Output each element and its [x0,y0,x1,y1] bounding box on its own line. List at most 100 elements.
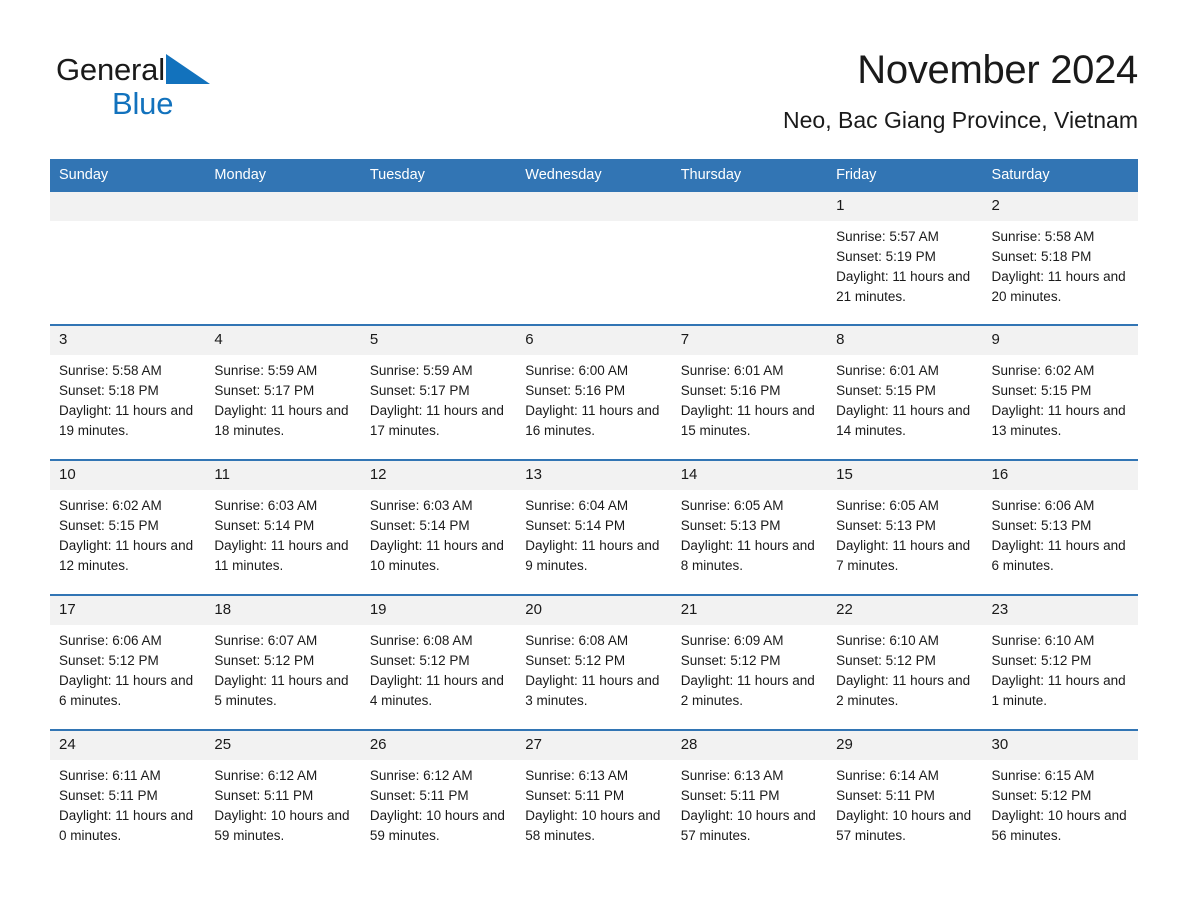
day-cell-inner: 14 Sunrise: 6:05 AM Sunset: 5:13 PM Dayligh… [671,461,828,594]
calendar-day-cell[interactable]: 23 Sunrise: 6:10 AM Sunset: 5:12 PM Dayligh… [982,594,1138,730]
calendar-day-cell[interactable]: 25 Sunrise: 6:12 AM Sunset: 5:11 PM Dayligh… [205,729,361,864]
calendar-week-row: 24 Sunrise: 6:11 AM Sunset: 5:11 PM Dayligh… [50,729,1138,864]
calendar-day-cell[interactable]: 24 Sunrise: 6:11 AM Sunset: 5:11 PM Dayligh… [50,729,206,864]
day-details: Sunrise: 6:08 AM Sunset: 5:12 PM Daylight:… [361,625,516,711]
daylight-text: Daylight: 11 hours and 11 minutes. [214,538,349,573]
calendar-day-cell[interactable]: 28 Sunrise: 6:13 AM Sunset: 5:11 PM Dayligh… [671,729,828,864]
day-cell-inner: 15 Sunrise: 6:05 AM Sunset: 5:13 PM Dayligh… [827,461,983,594]
day-number: 19 [360,596,517,625]
sunset-text: Sunset: 5:17 PM [214,383,315,398]
calendar-cell-empty [360,192,517,325]
calendar-day-cell[interactable]: 5 Sunrise: 5:59 AM Sunset: 5:17 PM Daylight… [360,324,517,460]
sunset-text: Sunset: 5:15 PM [836,383,936,398]
calendar-day-cell[interactable]: 27 Sunrise: 6:13 AM Sunset: 5:11 PM Dayligh… [516,729,672,864]
calendar-week-row: 3 Sunrise: 5:58 AM Sunset: 5:18 PM Daylight… [50,324,1138,460]
daylight-text: Daylight: 11 hours and 9 minutes. [525,538,660,573]
calendar-day-cell[interactable]: 26 Sunrise: 6:12 AM Sunset: 5:11 PM Dayligh… [360,729,517,864]
daylight-text: Daylight: 11 hours and 3 minutes. [525,673,660,708]
calendar-day-cell[interactable]: 14 Sunrise: 6:05 AM Sunset: 5:13 PM Dayligh… [671,459,828,595]
calendar-day-cell[interactable]: 4 Sunrise: 5:59 AM Sunset: 5:17 PM Daylight… [205,324,361,460]
daylight-text: Daylight: 10 hours and 57 minutes. [680,808,816,843]
day-number: 9 [982,326,1138,355]
calendar-day-cell[interactable]: 2 Sunrise: 5:58 AM Sunset: 5:18 PM Daylight… [982,192,1138,325]
day-number [360,192,517,221]
day-number: 13 [516,461,672,490]
sunset-text: Sunset: 5:14 PM [214,518,315,533]
sunset-text: Sunset: 5:11 PM [836,788,935,803]
daylight-text: Daylight: 11 hours and 14 minutes. [836,403,971,438]
day-details: Sunrise: 5:59 AM Sunset: 5:17 PM Daylight:… [205,355,360,441]
calendar-day-cell[interactable]: 22 Sunrise: 6:10 AM Sunset: 5:12 PM Dayligh… [827,594,983,730]
day-number: 20 [516,596,672,625]
day-number: 17 [50,596,206,625]
day-details: Sunrise: 5:59 AM Sunset: 5:17 PM Daylight:… [361,355,516,441]
calendar-day-cell[interactable]: 18 Sunrise: 6:07 AM Sunset: 5:12 PM Dayligh… [205,594,361,730]
calendar-day-cell[interactable]: 7 Sunrise: 6:01 AM Sunset: 5:16 PM Daylight… [671,324,828,460]
day-details: Sunrise: 6:04 AM Sunset: 5:14 PM Daylight:… [516,490,671,576]
day-details: Sunrise: 6:15 AM Sunset: 5:12 PM Daylight:… [983,760,1138,846]
sunrise-text: Sunrise: 6:10 AM [991,633,1095,648]
day-cell-inner [360,192,517,324]
logo-word-blue: Blue [112,86,174,121]
day-details: Sunrise: 6:06 AM Sunset: 5:12 PM Daylight:… [50,625,205,711]
day-details: Sunrise: 6:08 AM Sunset: 5:12 PM Daylight:… [516,625,671,711]
day-number: 25 [205,731,361,760]
calendar-day-cell[interactable]: 16 Sunrise: 6:06 AM Sunset: 5:13 PM Dayligh… [982,459,1138,595]
sunrise-text: Sunrise: 6:07 AM [214,633,318,648]
day-cell-inner: 19 Sunrise: 6:08 AM Sunset: 5:12 PM Dayligh… [360,596,517,729]
sunset-text: Sunset: 5:12 PM [525,653,626,668]
calendar-cell-empty [516,192,672,325]
day-number: 29 [827,731,983,760]
day-details: Sunrise: 6:03 AM Sunset: 5:14 PM Daylight:… [361,490,516,576]
calendar-day-cell[interactable]: 20 Sunrise: 6:08 AM Sunset: 5:12 PM Dayligh… [516,594,672,730]
sunrise-text: Sunrise: 6:02 AM [59,498,162,513]
calendar-day-cell[interactable]: 19 Sunrise: 6:08 AM Sunset: 5:12 PM Dayligh… [360,594,517,730]
calendar-day-cell[interactable]: 30 Sunrise: 6:15 AM Sunset: 5:12 PM Dayligh… [982,729,1138,864]
day-cell-inner: 17 Sunrise: 6:06 AM Sunset: 5:12 PM Dayligh… [50,596,206,729]
calendar-day-cell[interactable]: 15 Sunrise: 6:05 AM Sunset: 5:13 PM Dayligh… [827,459,983,595]
sunrise-text: Sunrise: 6:15 AM [991,768,1095,783]
generalblue-logo[interactable]: General Blue [56,46,210,121]
calendar-day-cell[interactable]: 29 Sunrise: 6:14 AM Sunset: 5:11 PM Dayligh… [827,729,983,864]
calendar-day-cell[interactable]: 13 Sunrise: 6:04 AM Sunset: 5:14 PM Dayligh… [516,459,672,595]
day-number: 15 [827,461,983,490]
calendar-header-row: Sunday Monday Tuesday Wednesday Thursday… [50,159,1138,192]
calendar-day-cell[interactable]: 12 Sunrise: 6:03 AM Sunset: 5:14 PM Dayligh… [360,459,517,595]
day-number: 5 [360,326,517,355]
calendar-cell-empty [50,192,206,325]
sunset-text: Sunset: 5:13 PM [991,518,1092,533]
calendar-body: 1 Sunrise: 5:57 AM Sunset: 5:19 PM Daylight… [50,192,1138,864]
calendar-day-cell[interactable]: 10 Sunrise: 6:02 AM Sunset: 5:15 PM Dayligh… [50,459,206,595]
calendar-day-cell[interactable]: 3 Sunrise: 5:58 AM Sunset: 5:18 PM Daylight… [50,324,206,460]
daylight-text: Daylight: 11 hours and 6 minutes. [59,673,194,708]
calendar-day-cell[interactable]: 17 Sunrise: 6:06 AM Sunset: 5:12 PM Dayligh… [50,594,206,730]
calendar-day-cell[interactable]: 1 Sunrise: 5:57 AM Sunset: 5:19 PM Daylight… [827,192,983,325]
title-block: November 2024 Neo, Bac Giang Province, V… [783,46,1138,137]
weekday-header-saturday: Saturday [982,159,1138,192]
day-cell-inner [50,192,206,324]
sunset-text: Sunset: 5:11 PM [59,788,158,803]
sunrise-text: Sunrise: 6:02 AM [991,363,1095,378]
day-cell-inner: 20 Sunrise: 6:08 AM Sunset: 5:12 PM Dayligh… [516,596,672,729]
day-details: Sunrise: 6:02 AM Sunset: 5:15 PM Daylight:… [983,355,1138,441]
daylight-text: Daylight: 11 hours and 21 minutes. [836,269,971,304]
logo-bottom-row: Blue [56,87,210,121]
daylight-text: Daylight: 10 hours and 56 minutes. [991,808,1127,843]
sunset-text: Sunset: 5:16 PM [525,383,626,398]
day-details: Sunrise: 5:58 AM Sunset: 5:18 PM Daylight:… [50,355,205,441]
calendar-day-cell[interactable]: 9 Sunrise: 6:02 AM Sunset: 5:15 PM Daylight… [982,324,1138,460]
daylight-text: Daylight: 11 hours and 2 minutes. [836,673,971,708]
sunrise-text: Sunrise: 6:06 AM [991,498,1095,513]
day-number: 4 [205,326,361,355]
calendar-day-cell[interactable]: 6 Sunrise: 6:00 AM Sunset: 5:16 PM Daylight… [516,324,672,460]
daylight-text: Daylight: 11 hours and 19 minutes. [59,403,194,438]
sunrise-text: Sunrise: 6:08 AM [369,633,473,648]
sunrise-text: Sunrise: 5:58 AM [991,229,1095,244]
calendar-day-cell[interactable]: 8 Sunrise: 6:01 AM Sunset: 5:15 PM Daylight… [827,324,983,460]
calendar-day-cell[interactable]: 21 Sunrise: 6:09 AM Sunset: 5:12 PM Dayligh… [671,594,828,730]
sunset-text: Sunset: 5:13 PM [680,518,781,533]
calendar-cell-empty [205,192,361,325]
sunrise-text: Sunrise: 5:58 AM [59,363,162,378]
calendar-day-cell[interactable]: 11 Sunrise: 6:03 AM Sunset: 5:14 PM Dayligh… [205,459,361,595]
sunset-text: Sunset: 5:17 PM [369,383,470,398]
